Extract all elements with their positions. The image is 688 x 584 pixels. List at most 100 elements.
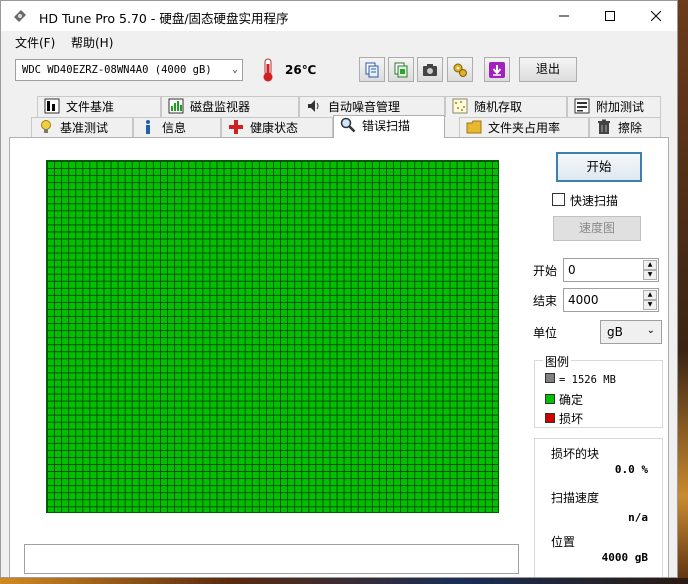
start-label: 开始: [533, 264, 558, 278]
drive-select-value: WDC WD40EZRZ-08WN4A0 (4000 gB): [22, 64, 212, 76]
speaker-icon: [308, 100, 319, 112]
app-icon: [14, 10, 26, 22]
position-label: 位置: [551, 535, 576, 549]
save-button[interactable]: [484, 57, 510, 82]
tab-row-1: 文件基准 磁盘监视器 自动噪音管理 随机存取 附加测试: [9, 96, 661, 117]
tab-row-2: 基准测试 信息 健康状态 错误扫描 文件夹占用率 擦除: [9, 115, 661, 138]
menu-bar: 文件(F) 帮助(H): [1, 31, 677, 53]
exit-button[interactable]: 退出: [519, 57, 577, 82]
gray-swatch: [545, 373, 555, 383]
random-access-icon: [452, 98, 468, 114]
tab-label: 文件基准: [66, 100, 115, 114]
tab-label: 附加测试: [596, 100, 645, 114]
menu-help[interactable]: 帮助(H): [71, 34, 113, 51]
tab-label: 健康状态: [250, 121, 299, 135]
legend-label: 确定: [559, 393, 584, 407]
taskbar-background: [0, 578, 688, 584]
quick-scan-label: 快速扫描: [570, 194, 619, 208]
screenshot-button[interactable]: [417, 57, 443, 82]
close-button[interactable]: [633, 1, 677, 31]
temperature-readout: 26℃: [285, 63, 317, 77]
extra-tests-icon: [574, 98, 590, 114]
position-value: 4000 gB: [601, 551, 648, 564]
tab-label: 错误扫描: [362, 119, 411, 133]
unit-select[interactable]: gB ⌄: [600, 320, 662, 344]
app-window: HD Tune Pro 5.70 - 硬盘/固态硬盘实用程序 文件(F) 帮助(…: [0, 0, 678, 578]
copy-text-button[interactable]: [359, 57, 385, 82]
benchmark-icon: [41, 120, 51, 133]
trash-icon: [598, 119, 610, 134]
legend-title: 图例: [543, 353, 572, 370]
spin-down-icon[interactable]: ▼: [643, 270, 657, 280]
legend-item-ok: 确定: [545, 391, 583, 408]
drive-select[interactable]: WDC WD40EZRZ-08WN4A0 (4000 gB) ⌄: [15, 59, 243, 81]
green-swatch: [545, 394, 555, 404]
tab-folder-usage[interactable]: 文件夹占用率: [459, 117, 589, 138]
speed-map-button[interactable]: 速度图: [553, 216, 641, 241]
end-label: 结束: [533, 294, 558, 308]
quick-scan-checkbox[interactable]: [552, 193, 565, 206]
scan-block-grid: [46, 160, 499, 513]
disk-monitor-icon: [168, 98, 184, 114]
tab-label: 信息: [162, 121, 187, 135]
tab-benchmark[interactable]: 基准测试: [31, 117, 133, 138]
tab-error-scan[interactable]: 错误扫描: [333, 115, 445, 138]
end-position-value: 4000: [568, 293, 599, 307]
status-box: [24, 544, 519, 574]
spin-down-icon[interactable]: ▼: [643, 300, 657, 310]
tab-label: 磁盘监视器: [190, 100, 251, 114]
health-icon: [229, 120, 243, 134]
tab-disk-monitor[interactable]: 磁盘监视器: [161, 96, 299, 117]
scan-stats-group: 损坏的块 0.0 % 扫描速度 n/a 位置 4000 gB: [534, 438, 663, 577]
window-title: HD Tune Pro 5.70 - 硬盘/固态硬盘实用程序: [39, 11, 289, 26]
tab-info[interactable]: 信息: [133, 117, 221, 138]
legend-group: 图例 = 1526 MB 确定 损坏: [534, 353, 663, 428]
tab-label: 文件夹占用率: [488, 121, 561, 135]
start-position-value: 0: [568, 263, 576, 277]
maximize-icon: [605, 11, 615, 21]
tab-random-access[interactable]: 随机存取: [445, 96, 567, 117]
tab-file-benchmark[interactable]: 文件基准: [37, 96, 161, 117]
menu-file[interactable]: 文件(F): [15, 34, 55, 51]
camera-icon: [423, 63, 437, 76]
thermometer-icon: [263, 58, 273, 82]
magnifier-icon: [340, 117, 356, 133]
tab-noise-management[interactable]: 自动噪音管理: [299, 96, 445, 117]
error-scan-panel: 开始 快速扫描 速度图 开始 0 ▲ ▼ 结束 4000 ▲ ▼ 单位 gB ⌄ 图…: [9, 137, 669, 577]
options-icon: [453, 63, 467, 77]
scan-speed-label: 扫描速度: [551, 491, 600, 505]
tab-label: 随机存取: [474, 100, 523, 114]
legend-label: = 1526 MB: [559, 374, 616, 386]
tab-extra-tests[interactable]: 附加测试: [567, 96, 661, 117]
toolbar: WDC WD40EZRZ-08WN4A0 (4000 gB) ⌄ 26℃ 退出: [1, 53, 677, 89]
maximize-button[interactable]: [587, 1, 633, 31]
damaged-blocks-label: 损坏的块: [551, 447, 600, 461]
tab-erase[interactable]: 擦除: [589, 117, 661, 138]
copy-text-icon: [365, 62, 379, 77]
end-position-input[interactable]: 4000 ▲ ▼: [563, 288, 659, 312]
legend-item-damaged: 损坏: [545, 410, 583, 427]
start-spinner[interactable]: ▲ ▼: [643, 260, 657, 280]
legend-label: 损坏: [559, 412, 584, 426]
start-scan-button[interactable]: 开始: [556, 152, 642, 182]
minimize-button[interactable]: [541, 1, 587, 31]
tab-label: 擦除: [618, 121, 643, 135]
tab-health[interactable]: 健康状态: [221, 117, 333, 138]
end-spinner[interactable]: ▲ ▼: [643, 290, 657, 310]
options-button[interactable]: [447, 57, 473, 82]
spin-up-icon[interactable]: ▲: [643, 260, 657, 270]
chevron-down-icon: ⌄: [646, 325, 655, 336]
spin-up-icon[interactable]: ▲: [643, 290, 657, 300]
start-position-input[interactable]: 0 ▲ ▼: [563, 258, 659, 282]
legend-item-block-size: = 1526 MB: [545, 372, 616, 386]
copy-screenshot-button[interactable]: [388, 57, 414, 82]
copy-screenshot-icon: [394, 62, 408, 77]
scan-speed-value: n/a: [628, 511, 648, 524]
tab-label: 自动噪音管理: [328, 100, 401, 114]
chevron-down-icon: ⌄: [231, 64, 238, 75]
folder-icon: [466, 120, 482, 134]
red-swatch: [545, 413, 555, 423]
close-icon: [651, 11, 661, 21]
unit-select-value: gB: [607, 325, 623, 339]
unit-label: 单位: [533, 326, 558, 340]
